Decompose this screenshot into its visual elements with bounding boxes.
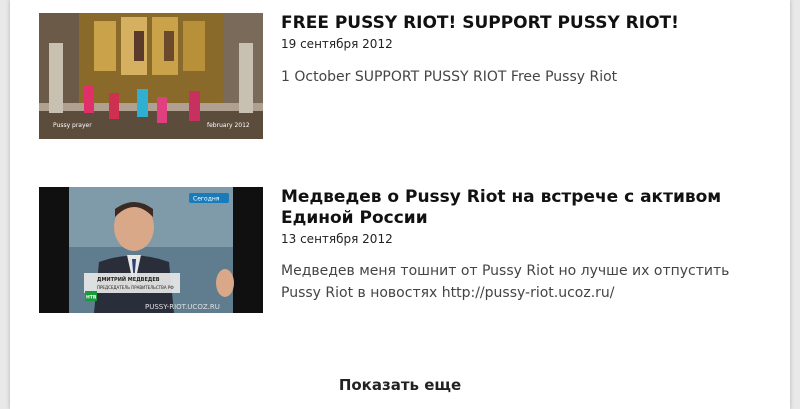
thumbnail-caption-left: Pussy prayer [53,122,92,129]
thumbnail-channel-badge: Сегодня [193,196,220,203]
tv-interview-video-thumbnail-image: Сегодня ДМИТРИЙ МЕДВЕДЕВ ПРЕДСЕДАТЕЛЬ ПР… [39,187,263,313]
thumbnail-watermark: PUSSY-RIOT.UCOZ.RU [145,303,220,311]
load-more-button[interactable]: Показать еще [10,374,790,396]
post-date: 19 сентября 2012 [281,37,393,51]
thumbnail-ntv-logo: НТВ [86,295,97,301]
post-body: FREE PUSSY RIOT! SUPPORT PUSSY RIOT! 19 … [281,13,769,88]
post-title-link[interactable]: FREE PUSSY RIOT! SUPPORT PUSSY RIOT! [281,13,769,34]
thumbnail-lower-third-sub: ПРЕДСЕДАТЕЛЬ ПРАВИТЕЛЬСТВА РФ [97,285,174,290]
content-card: Pussy prayer february 2012 FREE PUSSY RI… [10,0,790,409]
post-title-link[interactable]: Медведев о Pussy Riot на встрече с актив… [281,187,769,229]
post-description: 1 October SUPPORT PUSSY RIOT Free Pussy … [281,69,618,85]
video-thumbnail[interactable]: Сегодня ДМИТРИЙ МЕДВЕДЕВ ПРЕДСЕДАТЕЛЬ ПР… [39,187,263,313]
post-body: Медведев о Pussy Riot на встрече с актив… [281,187,769,304]
post-date: 13 сентября 2012 [281,232,393,246]
video-thumbnail[interactable]: Pussy prayer february 2012 [39,13,263,139]
thumbnail-caption-right: february 2012 [207,122,250,129]
post-description: Медведев меня тошнит от Pussy Riot но лу… [281,263,730,301]
cathedral-video-thumbnail-image: Pussy prayer february 2012 [39,13,263,139]
thumbnail-lower-third-name: ДМИТРИЙ МЕДВЕДЕВ [97,275,160,283]
